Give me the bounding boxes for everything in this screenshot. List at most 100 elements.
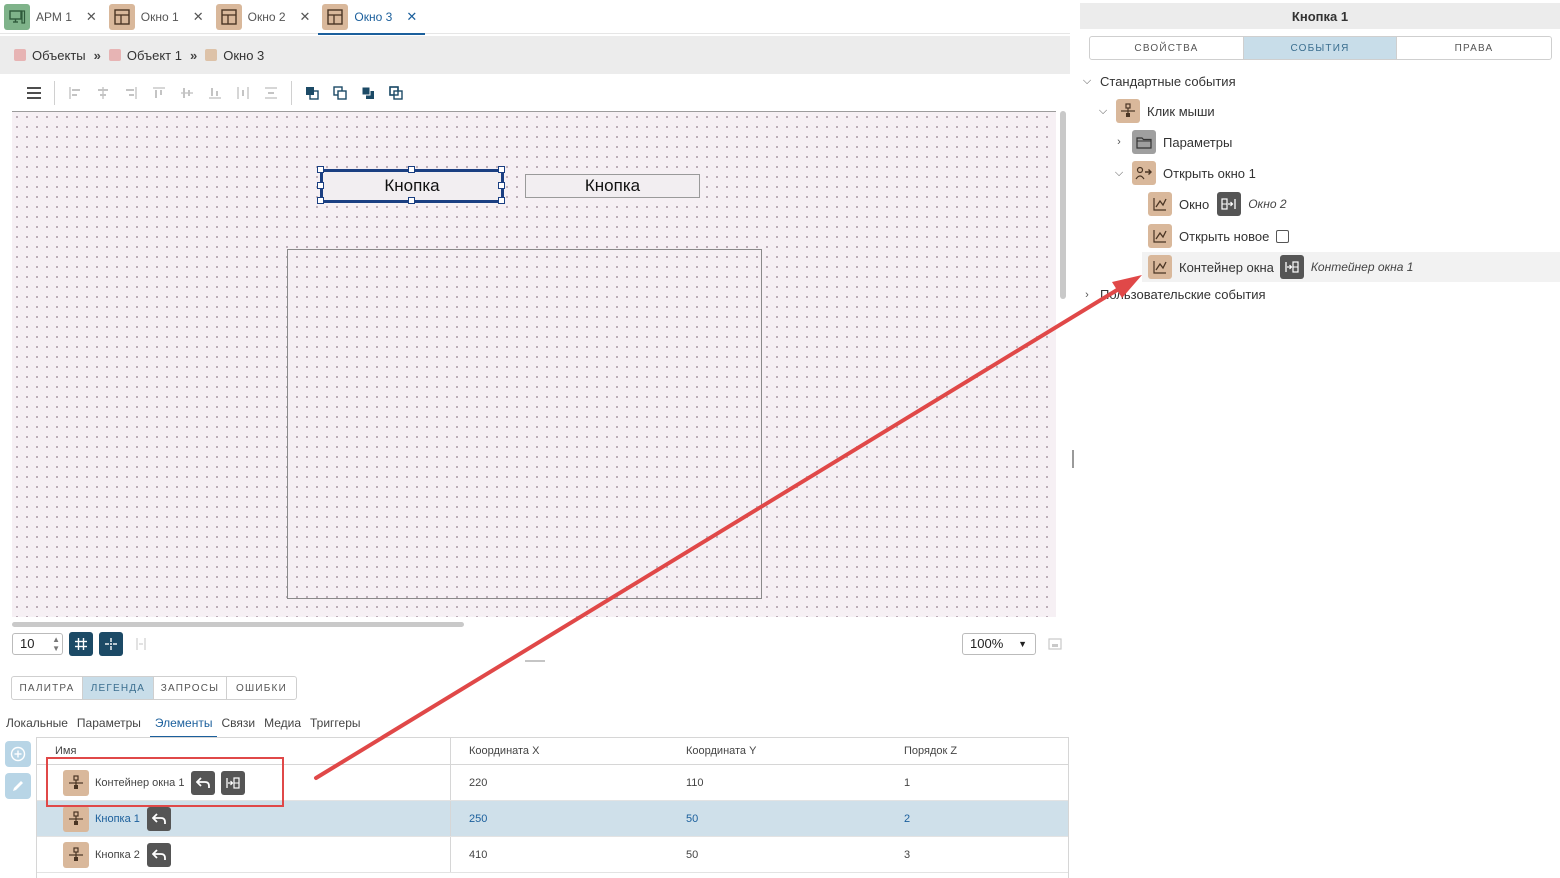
canvas-controls: 10 ▲ ▼ 100% ▼ xyxy=(12,632,1062,658)
breadcrumb-item-objects[interactable]: Объекты xyxy=(14,48,86,63)
send-to-back-icon[interactable] xyxy=(382,79,410,107)
align-right-icon[interactable] xyxy=(117,79,145,107)
window-container-frame[interactable] xyxy=(287,249,762,599)
column-header-z[interactable]: Порядок Z xyxy=(886,745,1066,757)
tree-node-mouse-click[interactable]: ⌵ Клик мыши xyxy=(1096,99,1215,123)
fit-screen-icon[interactable] xyxy=(1048,637,1062,654)
breadcrumb-item-window-3[interactable]: Окно 3 xyxy=(205,48,264,63)
tree-node-parameters[interactable]: › Параметры xyxy=(1112,130,1232,154)
tree-param-container[interactable]: Контейнер окна Контейнер окна 1 xyxy=(1148,255,1413,279)
add-circle-icon xyxy=(10,746,26,762)
distribute-vertical-icon[interactable] xyxy=(257,79,285,107)
send-backward-icon[interactable] xyxy=(354,79,382,107)
canvas-horizontal-scrollbar[interactable] xyxy=(12,622,464,627)
tab-palette[interactable]: Палитра xyxy=(12,677,83,699)
menu-icon[interactable] xyxy=(20,79,48,107)
chevron-right-icon[interactable]: › xyxy=(1112,136,1126,148)
horizontal-splitter[interactable] xyxy=(525,660,545,662)
breadcrumb: Объекты » Объект 1 » Окно 3 xyxy=(0,36,1070,74)
tree-param-window[interactable]: Окно Окно 2 xyxy=(1148,192,1287,216)
subtab-locals[interactable]: Локальные xyxy=(6,714,73,738)
edit-element-button[interactable] xyxy=(5,773,31,799)
align-middle-vertical-icon[interactable] xyxy=(173,79,201,107)
tab-events[interactable]: События xyxy=(1244,37,1397,59)
link-target-icon[interactable] xyxy=(1217,192,1242,216)
tree-node-standard-events[interactable]: ⌵ Стандартные события xyxy=(1080,74,1236,89)
chevron-down-icon[interactable]: ⌵ xyxy=(1096,105,1110,118)
container-param-value[interactable]: Контейнер окна 1 xyxy=(1311,260,1414,274)
align-bottom-icon[interactable] xyxy=(201,79,229,107)
pencil-icon xyxy=(13,781,23,791)
resize-handle[interactable] xyxy=(408,166,415,173)
add-element-button[interactable] xyxy=(5,741,31,767)
spinner-icon[interactable]: ▲ ▼ xyxy=(52,635,60,653)
align-center-horizontal-icon[interactable] xyxy=(89,79,117,107)
resize-handle[interactable] xyxy=(408,197,415,204)
folder-icon xyxy=(1132,130,1156,154)
breadcrumb-item-object-1[interactable]: Объект 1 xyxy=(108,48,182,63)
subtab-triggers[interactable]: Триггеры xyxy=(310,714,366,738)
column-header-y[interactable]: Координата Y xyxy=(668,745,886,757)
canvas-button-label: Кнопка xyxy=(384,176,440,195)
undo-arrow-icon[interactable] xyxy=(146,842,171,867)
subtab-links[interactable]: Связи xyxy=(221,714,260,738)
resize-handle[interactable] xyxy=(498,182,505,189)
resize-handle[interactable] xyxy=(498,197,505,204)
resize-handle[interactable] xyxy=(317,197,324,204)
tab-queries[interactable]: Запросы xyxy=(154,677,227,699)
align-top-icon[interactable] xyxy=(145,79,173,107)
bottom-panel-tabs: Палитра Легенда Запросы Ошибки xyxy=(11,676,297,700)
chevron-down-icon[interactable]: ⌵ xyxy=(1112,167,1126,180)
chevron-right-icon[interactable]: › xyxy=(1080,289,1094,301)
tree-node-open-window[interactable]: ⌵ Открыть окно 1 xyxy=(1112,161,1256,185)
tab-label: Палитра xyxy=(19,682,75,694)
tab-arm-1[interactable]: АРМ 1 ✕ xyxy=(0,0,105,34)
close-icon[interactable]: ✕ xyxy=(300,9,311,25)
vertical-splitter[interactable] xyxy=(1072,450,1074,468)
snap-toggle-button[interactable] xyxy=(99,632,123,656)
grid-step-value: 10 xyxy=(20,636,35,651)
align-left-icon[interactable] xyxy=(61,79,89,107)
column-header-x[interactable]: Координата X xyxy=(451,745,668,757)
link-target-icon[interactable] xyxy=(1279,255,1304,279)
resize-handle[interactable] xyxy=(317,166,324,173)
tab-window-2[interactable]: Окно 2 ✕ xyxy=(212,0,319,34)
tab-window-3[interactable]: Окно 3 ✕ xyxy=(318,0,426,35)
undo-arrow-icon[interactable] xyxy=(146,806,171,831)
subtab-media[interactable]: Медиа xyxy=(264,714,306,738)
tab-label: АРМ 1 xyxy=(36,9,72,24)
close-icon[interactable]: ✕ xyxy=(86,9,97,25)
close-icon[interactable]: ✕ xyxy=(193,9,204,25)
subtab-elements[interactable]: Элементы xyxy=(149,714,218,738)
guides-icon[interactable] xyxy=(134,637,148,654)
bring-forward-icon[interactable] xyxy=(326,79,354,107)
table-row[interactable]: Кнопка 2 410 50 3 xyxy=(37,837,1068,873)
tab-window-1[interactable]: Окно 1 ✕ xyxy=(105,0,212,34)
zoom-select[interactable]: 100% ▼ xyxy=(962,633,1036,655)
window-param-value[interactable]: Окно 2 xyxy=(1248,197,1286,211)
tab-legend[interactable]: Легенда xyxy=(83,677,154,699)
resize-handle[interactable] xyxy=(498,166,505,173)
tab-properties[interactable]: Свойства xyxy=(1090,37,1244,59)
legend-sub-tabs: Локальные Параметры Элементы Связи Медиа… xyxy=(6,714,370,738)
tree-node-label: Клик мыши xyxy=(1147,103,1215,119)
grid-step-input[interactable]: 10 ▲ ▼ xyxy=(12,633,63,655)
open-new-checkbox[interactable] xyxy=(1276,229,1290,243)
tree-param-open-new[interactable]: Открыть новое xyxy=(1148,224,1290,248)
chevron-down-icon[interactable]: ⌵ xyxy=(1080,75,1094,88)
subtab-parameters[interactable]: Параметры xyxy=(77,714,146,738)
resize-handle[interactable] xyxy=(317,182,324,189)
tab-errors[interactable]: Ошибки xyxy=(227,677,296,699)
tab-rights[interactable]: Права xyxy=(1397,37,1551,59)
tree-node-label: Контейнер окна xyxy=(1179,259,1274,275)
canvas-button-2[interactable]: Кнопка xyxy=(525,174,700,198)
design-canvas[interactable]: Кнопка Кнопка xyxy=(12,111,1056,617)
tree-node-user-events[interactable]: › Пользовательские события xyxy=(1080,287,1265,302)
canvas-vertical-scrollbar[interactable] xyxy=(1060,111,1066,299)
tab-label: Легенда xyxy=(90,682,146,694)
distribute-horizontal-icon[interactable] xyxy=(229,79,257,107)
tab-label: Запросы xyxy=(160,682,220,694)
bring-to-front-icon[interactable] xyxy=(298,79,326,107)
close-icon[interactable]: ✕ xyxy=(406,9,417,25)
grid-toggle-button[interactable] xyxy=(69,632,93,656)
